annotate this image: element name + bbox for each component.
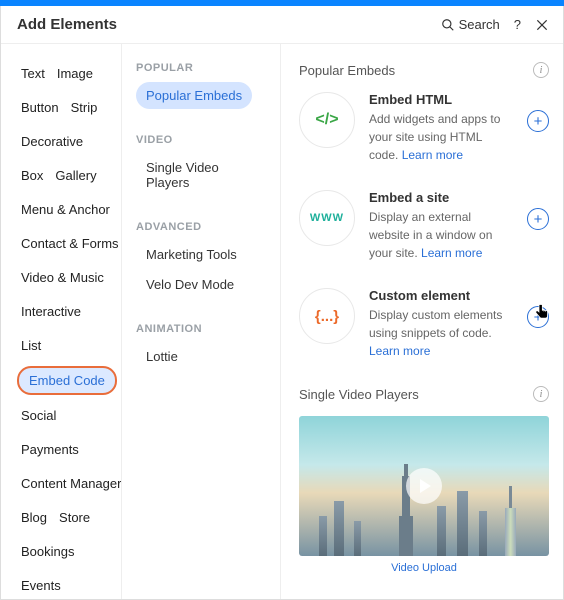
sidebar-item-gallery[interactable]: Gallery (51, 162, 104, 189)
add-elements-panel: Add Elements Search ? TextImage ButtonStr… (0, 6, 564, 600)
sidebar-item-embed-code[interactable]: Embed Code (17, 366, 117, 395)
embed-title: Embed a site (369, 190, 513, 205)
add-button-hovered[interactable]: + (527, 288, 549, 328)
video-section-title: Single Video Players (299, 387, 419, 402)
sidebar-item-blog[interactable]: Blog (17, 504, 55, 531)
embed-text: Custom element Display custom elements us… (369, 288, 513, 360)
video-caption[interactable]: Video Upload (299, 562, 549, 574)
learn-more-link[interactable]: Learn more (421, 246, 482, 260)
embed-desc: Display custom elements using snippets o… (369, 306, 513, 360)
sub-item-popular-embeds[interactable]: Popular Embeds (136, 82, 252, 109)
subcategory-group: Popular Popular Embeds (136, 62, 268, 112)
subcategory-group: Animation Lottie (136, 323, 268, 373)
embed-icon[interactable]: WWW (299, 190, 355, 246)
add-button[interactable]: + (527, 110, 549, 132)
search-label: Search (459, 17, 500, 32)
info-icon[interactable]: i (533, 386, 549, 402)
sidebar-item-social[interactable]: Social (17, 402, 64, 429)
header-actions: Search ? (441, 17, 549, 32)
sidebar-item-payments[interactable]: Payments (17, 436, 87, 463)
embed-item: {...} Custom element Display custom elemen… (299, 288, 549, 360)
group-heading: Popular (136, 62, 268, 74)
sidebar-item-content-manager[interactable]: Content Manager (17, 470, 121, 497)
video-thumbnail[interactable] (299, 416, 549, 556)
sub-item-velo-dev-mode[interactable]: Velo Dev Mode (136, 271, 244, 298)
sidebar-item-button[interactable]: Button (17, 94, 67, 121)
info-icon[interactable]: i (533, 62, 549, 78)
search-button[interactable]: Search (441, 17, 500, 32)
add-button[interactable]: + (527, 208, 549, 230)
sidebar-item-image[interactable]: Image (53, 60, 101, 87)
embed-item: </> Embed HTML Add widgets and apps to you… (299, 92, 549, 164)
sidebar-item-list[interactable]: List (17, 332, 49, 359)
sub-item-single-video-players[interactable]: Single Video Players (136, 154, 268, 196)
video-section: Single Video Players i Video Upload (299, 386, 549, 574)
embed-text: Embed HTML Add widgets and apps to your s… (369, 92, 513, 164)
search-icon (441, 18, 455, 32)
video-section-header: Single Video Players i (299, 386, 549, 402)
sidebar-item-video-music[interactable]: Video & Music (17, 264, 112, 291)
subcategory-column: Popular Popular Embeds Video Single Video P… (121, 44, 281, 599)
sidebar-item-decorative[interactable]: Decorative (17, 128, 91, 155)
embed-desc: Add widgets and apps to your site using … (369, 110, 513, 164)
embed-title: Custom element (369, 288, 513, 303)
sidebar-item-contact-forms[interactable]: Contact & Forms (17, 230, 121, 257)
sub-item-lottie[interactable]: Lottie (136, 343, 188, 370)
subcategory-group: Advanced Marketing Tools Velo Dev Mode (136, 221, 268, 301)
embed-item: WWW Embed a site Display an external websi… (299, 190, 549, 262)
sidebar-item-text[interactable]: Text (17, 60, 53, 87)
popular-embeds-title: Popular Embeds (299, 63, 395, 78)
sidebar-item-box[interactable]: Box (17, 162, 51, 189)
add-button[interactable]: + (527, 306, 549, 328)
panel-body: TextImage ButtonStrip Decorative BoxGallery… (1, 44, 563, 599)
sidebar-item-menu-anchor[interactable]: Menu & Anchor (17, 196, 118, 223)
embed-text: Embed a site Display an external website … (369, 190, 513, 262)
learn-more-link[interactable]: Learn more (369, 344, 430, 358)
learn-more-link[interactable]: Learn more (402, 148, 463, 162)
group-heading: Animation (136, 323, 268, 335)
play-icon (406, 468, 442, 504)
embed-title: Embed HTML (369, 92, 513, 107)
sidebar-item-strip[interactable]: Strip (67, 94, 106, 121)
embed-icon[interactable]: </> (299, 92, 355, 148)
sub-item-marketing-tools[interactable]: Marketing Tools (136, 241, 247, 268)
group-heading: Advanced (136, 221, 268, 233)
sidebar-item-store[interactable]: Store (55, 504, 98, 531)
panel-header: Add Elements Search ? (1, 6, 563, 44)
category-sidebar: TextImage ButtonStrip Decorative BoxGallery… (1, 44, 121, 599)
sidebar-item-bookings[interactable]: Bookings (17, 538, 82, 565)
popular-embeds-header: Popular Embeds i (299, 62, 549, 78)
close-icon[interactable] (535, 18, 549, 32)
panel-title: Add Elements (17, 16, 441, 33)
embed-desc: Display an external website in a window … (369, 208, 513, 262)
help-icon[interactable]: ? (514, 17, 521, 32)
embeds-list: </> Embed HTML Add widgets and apps to you… (299, 92, 549, 360)
subcategory-group: Video Single Video Players (136, 134, 268, 199)
sidebar-item-events[interactable]: Events (17, 572, 69, 599)
sidebar-item-interactive[interactable]: Interactive (17, 298, 89, 325)
group-heading: Video (136, 134, 268, 146)
embed-icon[interactable]: {...} (299, 288, 355, 344)
content-column: Popular Embeds i </> Embed HTML Add widget… (281, 44, 563, 599)
